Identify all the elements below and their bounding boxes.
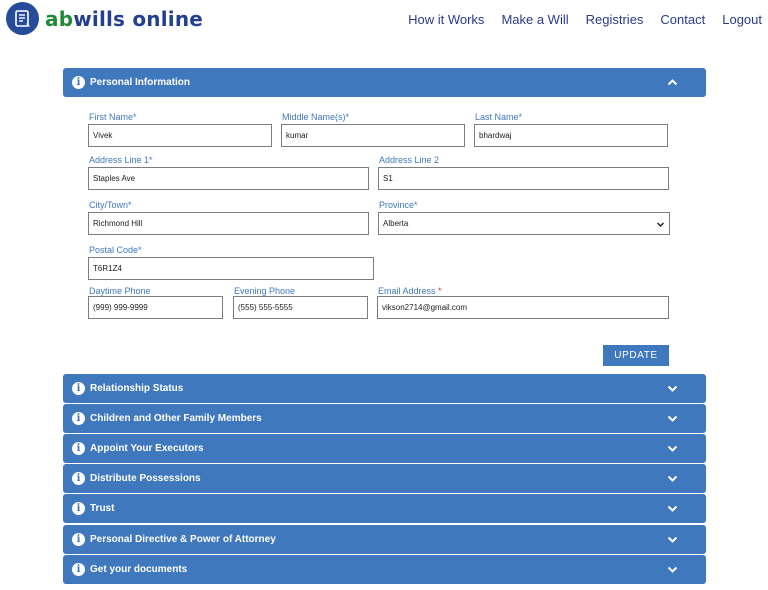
- chevron-down-icon: [656, 222, 665, 228]
- section-title: Appoint Your Executors: [90, 443, 204, 454]
- document-scroll-icon: [6, 2, 39, 35]
- chevron-down-icon: [667, 505, 678, 512]
- section-header-get-documents[interactable]: i Get your documents: [63, 555, 706, 584]
- nav-logout[interactable]: Logout: [722, 12, 762, 27]
- logo-text-ab: ab: [45, 6, 74, 31]
- site-logo[interactable]: abwills online: [6, 2, 203, 35]
- email-label-text: Email Address: [378, 286, 439, 296]
- logo-text-wills-online: wills online: [73, 6, 204, 31]
- chevron-down-icon: [667, 385, 678, 392]
- email-label: Email Address *: [378, 286, 442, 296]
- section-title: Get your documents: [90, 564, 188, 575]
- chevron-down-icon: [667, 536, 678, 543]
- chevron-down-icon: [667, 445, 678, 452]
- nav-how-it-works[interactable]: How it Works: [408, 12, 484, 27]
- address-line-2-label: Address Line 2: [379, 155, 440, 165]
- info-icon: i: [72, 76, 85, 89]
- last-name-input[interactable]: bhardwaj: [474, 124, 668, 147]
- info-icon: i: [72, 412, 85, 425]
- info-icon: i: [72, 533, 85, 546]
- chevron-down-icon: [667, 475, 678, 482]
- section-header-trust[interactable]: i Trust: [63, 494, 706, 523]
- update-button[interactable]: UPDATE: [603, 345, 669, 366]
- first-name-input[interactable]: Vivek: [88, 124, 272, 147]
- middle-name-input[interactable]: kumar: [281, 124, 465, 147]
- nav-contact[interactable]: Contact: [660, 12, 705, 27]
- section-header-personal-information[interactable]: i Personal Information: [63, 68, 706, 97]
- city-label: City/Town*: [89, 200, 132, 210]
- province-select[interactable]: Alberta: [378, 212, 670, 235]
- evening-phone-label: Evening Phone: [234, 286, 296, 296]
- nav-make-a-will[interactable]: Make a Will: [501, 12, 568, 27]
- chevron-down-icon: [667, 566, 678, 573]
- section-title: Trust: [90, 503, 115, 514]
- postal-code-label: Postal Code*: [89, 245, 142, 255]
- nav-registries[interactable]: Registries: [586, 12, 644, 27]
- section-title: Children and Other Family Members: [90, 413, 262, 424]
- section-title: Personal Information: [90, 77, 191, 88]
- province-label: Province*: [379, 200, 418, 210]
- info-icon: i: [72, 563, 85, 576]
- city-input[interactable]: Richmond Hill: [88, 212, 369, 235]
- section-header-appoint-executors[interactable]: i Appoint Your Executors: [63, 434, 706, 463]
- evening-phone-input[interactable]: (555) 555-5555: [233, 296, 368, 319]
- chevron-down-icon: [667, 415, 678, 422]
- section-title: Personal Directive & Power of Attorney: [90, 534, 276, 545]
- email-input[interactable]: vikson2714@gmail.com: [377, 296, 669, 319]
- daytime-phone-label: Daytime Phone: [89, 286, 151, 296]
- last-name-label: Last Name*: [475, 112, 523, 122]
- info-icon: i: [72, 502, 85, 515]
- logo-text: abwills online: [45, 7, 203, 31]
- section-title: Distribute Possessions: [90, 473, 201, 484]
- postal-code-input[interactable]: T6R1Z4: [88, 257, 374, 280]
- daytime-phone-input[interactable]: (999) 999-9999: [88, 296, 223, 319]
- section-header-distribute-possessions[interactable]: i Distribute Possessions: [63, 464, 706, 493]
- main-nav: How it Works Make a Will Registries Cont…: [391, 12, 762, 27]
- section-header-relationship-status[interactable]: i Relationship Status: [63, 374, 706, 403]
- first-name-label: First Name*: [89, 112, 137, 122]
- required-asterisk: *: [438, 286, 442, 296]
- address-line-2-input[interactable]: S1: [378, 167, 669, 190]
- chevron-up-icon: [667, 79, 678, 86]
- info-icon: i: [72, 382, 85, 395]
- middle-name-label: Middle Name(s)*: [282, 112, 350, 122]
- section-header-children-and-family[interactable]: i Children and Other Family Members: [63, 404, 706, 433]
- section-title: Relationship Status: [90, 383, 184, 394]
- info-icon: i: [72, 472, 85, 485]
- address-line-1-input[interactable]: Staples Ave: [88, 167, 369, 190]
- address-line-1-label: Address Line 1*: [89, 155, 153, 165]
- province-select-value: Alberta: [383, 219, 409, 228]
- info-icon: i: [72, 442, 85, 455]
- section-header-personal-directive[interactable]: i Personal Directive & Power of Attorney: [63, 525, 706, 554]
